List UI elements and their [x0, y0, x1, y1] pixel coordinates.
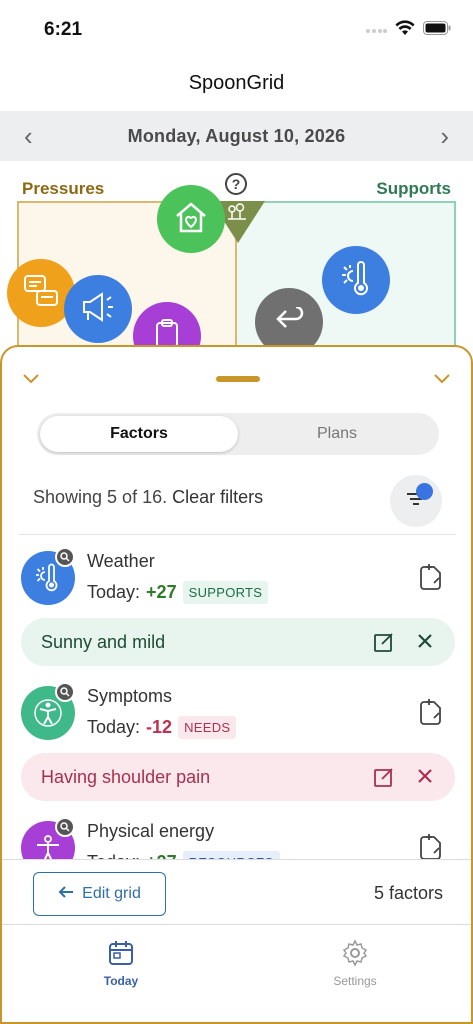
gear-icon [341, 939, 369, 970]
collapse-right-chevron-icon[interactable] [433, 367, 451, 390]
factor-name: Physical energy [87, 821, 215, 841]
add-note-icon[interactable] [419, 563, 445, 598]
today-label: Today: [87, 582, 141, 602]
tab-today[interactable]: Today [71, 939, 171, 988]
app-title: SpoonGrid [188, 72, 285, 94]
previous-day-chevron-icon[interactable]: ‹ [24, 123, 33, 149]
edit-grid-button[interactable]: Edit grid [33, 872, 166, 916]
factor-tag: SUPPORTS [182, 581, 269, 604]
supports-label: Supports [376, 179, 451, 198]
next-day-chevron-icon[interactable]: › [440, 123, 449, 149]
list-item[interactable]: Weather Today: +27 SUPPORTS [19, 547, 459, 621]
edit-note-icon[interactable] [373, 766, 395, 793]
wifi-icon [395, 20, 415, 41]
factor-name: Symptoms [87, 686, 173, 706]
spoon-grid: Pressures ? Supports [0, 170, 473, 370]
delete-note-icon[interactable] [415, 631, 435, 658]
sheet-footer: Edit grid 5 factors [2, 859, 471, 923]
factor-score: -12 [146, 717, 173, 737]
factor-count: 5 factors [373, 883, 443, 903]
factor-note[interactable]: Having shoulder pain [21, 753, 455, 801]
battery-icon [423, 21, 451, 40]
pressures-label: Pressures [22, 179, 105, 198]
edit-note-icon[interactable] [373, 631, 395, 658]
current-date: Monday, August 10, 2026 [127, 125, 346, 146]
divider [19, 534, 456, 535]
thermometer-sun-icon [338, 259, 374, 302]
factor-note[interactable]: Sunny and mild [21, 618, 455, 666]
showing-count-text: Showing 5 of 16. [33, 487, 168, 507]
edit-grid-label: Edit grid [82, 885, 141, 902]
calendar-icon [107, 941, 135, 970]
filter-summary: Showing 5 of 16. Clear filters [33, 487, 263, 508]
factor-tag: NEEDS [178, 716, 237, 739]
chat-icon [23, 274, 59, 313]
search-badge-icon [55, 547, 75, 567]
factor-today: Today: +27 SUPPORTS [87, 581, 269, 604]
status-time: 6:21 [44, 19, 83, 40]
filter-active-dot [416, 483, 433, 500]
date-navigation: ‹ Monday, August 10, 2026 › [0, 111, 473, 161]
home-heart-icon [173, 200, 209, 239]
bottom-tab-bar: Today Settings [2, 924, 471, 1022]
today-label: Today: [87, 717, 141, 737]
search-badge-icon [55, 817, 75, 837]
filter-button[interactable] [390, 475, 442, 527]
return-arrow-icon [272, 305, 306, 338]
sheet-handle[interactable] [216, 376, 260, 382]
home-heart-bubble[interactable] [157, 185, 225, 253]
note-text: Having shoulder pain [41, 766, 211, 787]
add-note-icon[interactable] [419, 698, 445, 733]
factor-name: Weather [87, 551, 155, 571]
list-item[interactable]: Symptoms Today: -12 NEEDS [19, 682, 459, 756]
tab-factors[interactable]: Factors [40, 416, 238, 452]
factor-score: +27 [146, 582, 177, 602]
tab-settings[interactable]: Settings [305, 939, 405, 988]
status-icons [365, 20, 451, 41]
tab-settings-label: Settings [333, 974, 377, 988]
megaphone-icon [80, 290, 116, 329]
help-icon[interactable]: ? [225, 173, 247, 195]
tab-plans[interactable]: Plans [238, 416, 436, 452]
factor-today: Today: -12 NEEDS [87, 716, 237, 739]
thermometer-bubble[interactable] [322, 246, 390, 314]
tab-today-label: Today [103, 974, 139, 988]
tree-icon [226, 203, 248, 226]
delete-note-icon[interactable] [415, 766, 435, 793]
search-badge-icon [55, 682, 75, 702]
collapse-left-chevron-icon[interactable] [22, 367, 40, 390]
arrow-left-icon [58, 885, 74, 904]
factors-sheet: Factors Plans Showing 5 of 16. Clear fil… [0, 345, 473, 1024]
factors-plans-segmented-control: Factors Plans [37, 413, 439, 455]
status-bar: 6:21 [0, 0, 473, 56]
note-text: Sunny and mild [41, 631, 166, 652]
signal-icon [365, 22, 387, 40]
clear-filters-link[interactable]: Clear filters [172, 487, 263, 507]
megaphone-bubble[interactable] [64, 275, 132, 343]
